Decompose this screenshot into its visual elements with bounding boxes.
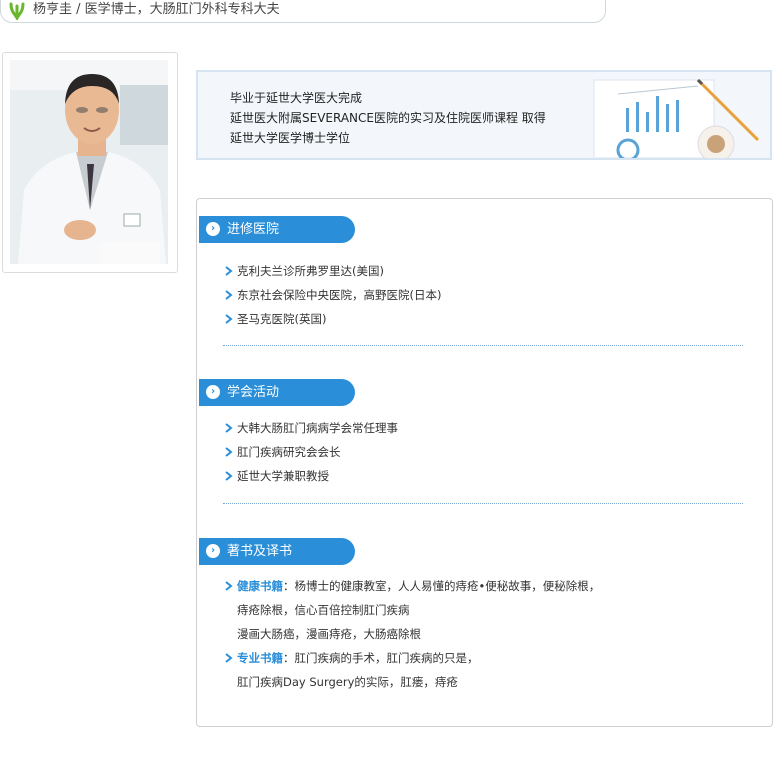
book-list-continuation: 漫画大肠癌，漫画痔疮，大肠癌除根: [237, 627, 421, 641]
chevron-right-icon: ›: [206, 385, 220, 399]
intro-line: 毕业于延世大学医大完成: [230, 91, 363, 105]
chevron-right-icon: [225, 653, 233, 663]
page-title: 杨亨圭 / 医学博士，大肠肛门外科专科大夫: [33, 2, 280, 17]
title-bar: 杨亨圭 / 医学博士，大肠肛门外科专科大夫: [0, 0, 606, 23]
hospital-logo-icon: [9, 2, 25, 20]
section-header-publications: › 著书及译书: [199, 538, 355, 565]
section-header-activities: › 学会活动: [199, 379, 355, 406]
divider: [223, 345, 743, 346]
chevron-right-icon: ›: [206, 544, 220, 558]
divider: [223, 503, 743, 504]
profile-panel: › 进修医院 克利夫兰诊所弗罗里达(美国) 东京社会保险中央医院，高野医院(日本…: [196, 198, 773, 727]
book-category-label: 健康书籍: [237, 579, 283, 593]
chevron-right-icon: [225, 581, 233, 591]
section-title: 进修医院: [227, 222, 280, 237]
section-header-training: › 进修医院: [199, 216, 355, 243]
section-title: 著书及译书: [227, 544, 293, 559]
book-list-continuation: 痔疮除根，信心百倍控制肛门疾病: [237, 603, 410, 617]
doctor-photo: [10, 60, 168, 264]
intro-line: 延世医大附属SEVERANCE医院的实习及住院医师课程 取得: [230, 111, 546, 125]
chevron-right-icon: ›: [206, 222, 220, 236]
section-title: 学会活动: [227, 385, 280, 400]
intro-box: 毕业于延世大学医大完成 延世医大附属SEVERANCE医院的实习及住院医师课程 …: [196, 70, 772, 160]
chevron-right-icon: [225, 266, 233, 276]
decorative-chart-illustration: [593, 78, 760, 158]
book-category-label: 专业书籍: [237, 651, 283, 665]
intro-text: 毕业于延世大学医大完成 延世医大附属SEVERANCE医院的实习及住院医师课程 …: [230, 88, 546, 148]
intro-line: 延世大学医学博士学位: [230, 131, 351, 145]
chevron-right-icon: [225, 447, 233, 457]
doctor-photo-frame: [2, 52, 178, 273]
book-list-continuation: 肛门疾病Day Surgery的实际，肛瘘，痔疮: [237, 675, 458, 689]
chevron-right-icon: [225, 423, 233, 433]
chevron-right-icon: [225, 471, 233, 481]
book-list-text: ：杨博士的健康教室，人人易懂的痔疮•便秘故事，便秘除根，: [283, 579, 601, 593]
chevron-right-icon: [225, 314, 233, 324]
book-list-text: ：肛门疾病的手术，肛门疾病的只是，: [283, 651, 479, 665]
chevron-right-icon: [225, 290, 233, 300]
